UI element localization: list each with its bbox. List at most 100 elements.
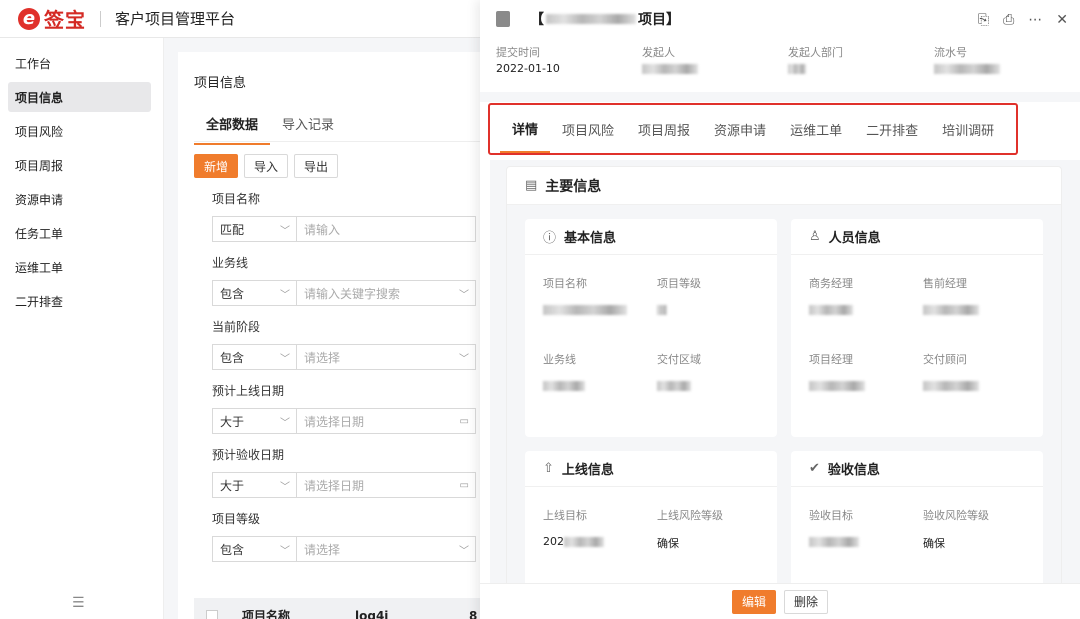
page-title: 项目信息: [194, 76, 247, 91]
delete-button[interactable]: 删除: [784, 589, 829, 614]
panel-title-text: 人员信息: [828, 231, 881, 246]
sidebar: 工作台 项目信息 项目风险 项目周报 资源申请 任务工单 运维工单 二开排查 ☰: [0, 38, 164, 619]
sidebar-item-workbench[interactable]: 工作台: [8, 48, 151, 78]
field-value: 202: [543, 535, 564, 548]
chevron-down-icon: ﹀: [459, 545, 469, 557]
chevron-down-icon: ﹀: [280, 289, 290, 301]
field-launch-target: 上线目标 202: [543, 507, 604, 548]
sidebar-item-label: 资源申请: [15, 192, 64, 207]
stage-select[interactable]: 请选择 ﹀: [296, 344, 476, 370]
select-all-checkbox[interactable]: [206, 609, 218, 619]
sidebar-item-project-risk[interactable]: 项目风险: [8, 116, 151, 146]
redacted-text: [809, 305, 853, 315]
table-header: 项目名称 log4j 8: [194, 598, 480, 619]
column-header[interactable]: log4j: [355, 609, 469, 619]
top-bar: e 签宝 客户项目管理平台: [0, 0, 480, 38]
tab-ops-ticket[interactable]: 运维工单: [778, 105, 854, 153]
export-icon[interactable]: ⎘: [978, 12, 989, 28]
chevron-down-icon: ﹀: [280, 481, 290, 493]
upload-icon: ⇧: [543, 461, 554, 476]
platform-title: 客户项目管理平台: [115, 10, 236, 28]
operator-value: 匹配: [220, 222, 245, 237]
import-button[interactable]: 导入: [244, 154, 289, 178]
add-button[interactable]: 新增: [194, 154, 239, 178]
operator-value: 大于: [220, 478, 245, 493]
drawer-title: 【 项目】: [530, 9, 680, 29]
redacted-text: [788, 64, 806, 74]
main-info-title: ▤ 主要信息: [507, 167, 1061, 205]
title-prefix: 【: [530, 12, 544, 28]
section-separator: [480, 92, 1080, 102]
field-sales-manager: 商务经理: [809, 275, 853, 316]
meta-key: 发起人部门: [788, 46, 843, 59]
level-select[interactable]: 请选择 ﹀: [296, 536, 476, 562]
chevron-down-icon: ﹀: [280, 545, 290, 557]
sidebar-item-label: 项目风险: [15, 124, 64, 139]
operator-select[interactable]: 包含 ﹀: [212, 344, 296, 370]
operator-select[interactable]: 匹配 ﹀: [212, 216, 296, 242]
filter-panel: 项目名称 匹配 ﹀ 请输入 业务线 包含 ﹀ 请输入关键字搜索 ﹀ 当前阶段 包含 ﹀ …: [212, 190, 476, 574]
tab-project-risk[interactable]: 项目风险: [550, 105, 626, 153]
brand-logo[interactable]: e 签宝: [18, 4, 86, 33]
field-key: 项目名称: [543, 277, 587, 290]
logo-e-icon: e: [18, 7, 40, 30]
field-key: 验收目标: [809, 509, 853, 522]
chevron-down-icon: ﹀: [280, 353, 290, 365]
operator-select[interactable]: 大于 ﹀: [212, 472, 296, 498]
redacted-text: [543, 305, 627, 315]
project-name-input[interactable]: 请输入: [296, 216, 476, 242]
tab-details[interactable]: 详情: [500, 105, 551, 153]
filter-row-stage: 包含 ﹀ 请选择 ﹀: [212, 344, 476, 370]
field-value: 确保: [657, 537, 679, 550]
section-title: 主要信息: [545, 178, 602, 195]
operator-value: 包含: [220, 350, 245, 365]
redacted-text: [657, 381, 691, 391]
check-icon: ✔: [809, 461, 820, 476]
business-line-select[interactable]: 请输入关键字搜索 ﹀: [296, 280, 476, 306]
tab-resource-request[interactable]: 资源申请: [702, 105, 778, 153]
operator-select[interactable]: 包含 ﹀: [212, 280, 296, 306]
tab-training-survey[interactable]: 培训调研: [930, 105, 1006, 153]
operator-select[interactable]: 大于 ﹀: [212, 408, 296, 434]
field-accept-risk-level: 验收风险等级 确保: [923, 507, 989, 551]
collapse-menu-icon[interactable]: ☰: [72, 595, 85, 611]
filter-row-launch-date: 大于 ﹀ 请选择日期 ▭: [212, 408, 476, 434]
print-icon[interactable]: ⎙: [1003, 12, 1014, 28]
sidebar-item-ops-ticket[interactable]: 运维工单: [8, 252, 151, 282]
column-header[interactable]: 8: [469, 609, 477, 619]
chevron-down-icon: ﹀: [459, 353, 469, 365]
drawer-footer: 编辑 删除: [480, 583, 1080, 619]
field-key: 交付顾问: [923, 353, 967, 366]
redacted-text: [546, 14, 636, 24]
filter-label: 预计上线日期: [212, 384, 285, 398]
redacted-text: [923, 381, 979, 391]
panel-title-text: 上线信息: [561, 463, 614, 478]
sidebar-item-task-ticket[interactable]: 任务工单: [8, 218, 151, 248]
close-icon[interactable]: ✕: [1056, 12, 1068, 28]
sidebar-item-dev-check[interactable]: 二开排查: [8, 286, 151, 316]
accept-date-picker[interactable]: 请选择日期 ▭: [296, 472, 476, 498]
operator-select[interactable]: 包含 ﹀: [212, 536, 296, 562]
field-launch-risk-level: 上线风险等级 确保: [657, 507, 723, 551]
redacted-text: [543, 381, 585, 391]
redacted-text: [657, 305, 667, 315]
sidebar-item-project-info[interactable]: 项目信息: [8, 82, 151, 112]
tab-dev-check[interactable]: 二开排查: [854, 105, 930, 153]
edit-button[interactable]: 编辑: [731, 589, 776, 614]
column-header[interactable]: 项目名称: [242, 607, 355, 619]
filter-row-project-name: 匹配 ﹀ 请输入: [212, 216, 476, 242]
sidebar-item-weekly-report[interactable]: 项目周报: [8, 150, 151, 180]
panel-title-text: 验收信息: [827, 463, 880, 478]
more-icon[interactable]: ⋯: [1028, 12, 1042, 28]
main-info-card: ▤ 主要信息 ⓘ 基本信息 项目名称 项目等级 业务线 交付区域 ♙ 人员信息 商务…: [506, 166, 1062, 606]
toolbar: 新增 导入 导出: [194, 154, 339, 178]
export-button[interactable]: 导出: [294, 154, 339, 178]
redacted-text: [564, 537, 604, 547]
main-content: 项目信息 全部数据 导入记录 新增 导入 导出 项目名称 匹配 ﹀ 请输入 业务线…: [164, 38, 480, 619]
sidebar-item-resource-request[interactable]: 资源申请: [8, 184, 151, 214]
launch-date-picker[interactable]: 请选择日期 ▭: [296, 408, 476, 434]
drawer-body: ▤ 主要信息 ⓘ 基本信息 项目名称 项目等级 业务线 交付区域 ♙ 人员信息 商务…: [490, 160, 1080, 606]
redacted-text: [642, 64, 698, 74]
redacted-text: [809, 381, 865, 391]
tab-weekly-report[interactable]: 项目周报: [626, 105, 702, 153]
